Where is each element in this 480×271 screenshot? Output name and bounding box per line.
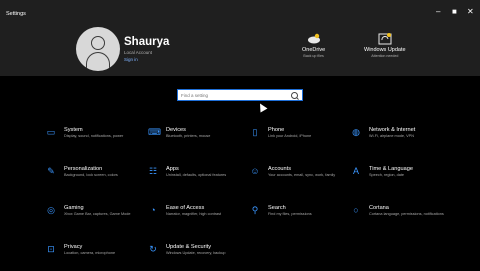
laptop-icon: ▭ — [46, 127, 56, 137]
category-description: Display, sound, notifications, power — [64, 134, 124, 138]
category-tile[interactable]: ☺ Accounts Your accounts, email, sync, wor… — [250, 165, 355, 193]
category-name: Cortana — [369, 205, 389, 211]
person-icon: ☺ — [250, 166, 260, 176]
category-tile[interactable]: ⌨ Devices Bluetooth, printers, mouse — [148, 126, 253, 154]
category-name: Ease of Access — [166, 205, 205, 211]
category-name: Gaming — [64, 205, 84, 211]
category-tile[interactable]: A Time & Language Speech, region, date — [351, 165, 456, 193]
search-input[interactable]: Find a setting — [177, 89, 303, 101]
windows-update-subtitle: Attention needed — [371, 54, 399, 58]
update-icon: ↻ — [149, 244, 157, 254]
category-name: Phone — [268, 127, 285, 133]
category-tile[interactable]: ⊡ Privacy Location, camera, microphone — [46, 243, 151, 271]
category-name: Search — [268, 205, 286, 211]
category-name: System — [64, 127, 83, 133]
account-type: Local Account — [124, 50, 153, 55]
category-name: Accounts — [268, 166, 292, 172]
apps-icon: ☷ — [148, 166, 158, 176]
search-icon — [291, 92, 298, 99]
maximize-icon[interactable]: ■ — [452, 8, 457, 16]
globe-icon: ◍ — [352, 127, 360, 137]
category-description: Uninstall, defaults, optional features — [166, 173, 227, 177]
onedrive-quick-link[interactable]: OneDrive Back up files — [302, 32, 325, 58]
category-description: Location, camera, microphone — [64, 251, 116, 255]
category-name: Update & Security — [166, 244, 212, 250]
category-description: Windows Update, recovery, backup — [166, 251, 226, 255]
onedrive-title: OneDrive — [302, 47, 326, 53]
category-description: Cortana language, permissions, notificat… — [369, 212, 444, 216]
category-tile[interactable]: ◎ Gaming Xbox Game Bar, captures, Game Mod… — [46, 204, 151, 232]
category-description: Your accounts, email, sync, work, family — [268, 173, 336, 177]
category-description: Xbox Game Bar, captures, Game Mode — [64, 212, 131, 216]
category-description: Wi-Fi, airplane mode, VPN — [369, 134, 414, 138]
user-name: Shaurya — [124, 36, 170, 48]
brush-icon: ✎ — [47, 166, 55, 176]
language-icon: A — [352, 166, 359, 176]
category-name: Time & Language — [369, 166, 413, 172]
category-description: Speech, region, date — [369, 173, 405, 177]
category-tile[interactable]: ↻ Update & Security Windows Update, recove… — [148, 243, 253, 271]
xbox-icon: ◎ — [47, 205, 55, 215]
search-icon: ⚲ — [251, 205, 259, 215]
category-tile[interactable]: ⚲ Search Find my files, permissions — [250, 204, 355, 232]
windows-update-icon — [378, 32, 392, 45]
windows-update-quick-link[interactable]: Windows Update Attention needed — [364, 32, 406, 58]
category-tile[interactable]: ○ Cortana Cortana language, permissions, n… — [351, 204, 456, 232]
category-name: Privacy — [64, 244, 83, 250]
category-name: Devices — [166, 127, 186, 133]
account-header — [0, 16, 480, 76]
phone-icon: ▯ — [252, 127, 258, 137]
category-name: Network & Internet — [369, 127, 416, 133]
category-tile[interactable]: ▭ System Display, sound, notifications, po… — [46, 126, 151, 154]
category-tile[interactable]: ▯ Phone Link your Android, iPhone — [250, 126, 355, 154]
category-name: Apps — [166, 166, 179, 172]
category-description: Background, lock screen, colors — [64, 173, 118, 177]
keyboard-icon: ⌨ — [148, 127, 161, 137]
cortana-icon: ○ — [353, 205, 359, 215]
mouse-cursor — [256, 101, 268, 113]
close-icon[interactable]: ✕ — [467, 8, 474, 16]
category-tile[interactable]: ◔ Ease of Access Narrator, magnifier, high… — [148, 204, 253, 232]
avatar[interactable] — [76, 27, 120, 71]
category-tile[interactable]: ✎ Personalization Background, lock screen,… — [46, 165, 151, 193]
category-description: Narrator, magnifier, high contrast — [166, 212, 222, 216]
category-description: Find my files, permissions — [268, 212, 312, 216]
search-placeholder: Find a setting — [181, 93, 209, 98]
category-description: Bluetooth, printers, mouse — [166, 134, 211, 138]
category-description: Link your Android, iPhone — [268, 134, 312, 138]
sign-in-link[interactable]: Sign in — [124, 57, 138, 62]
category-tile[interactable]: ☷ Apps Uninstall, defaults, optional featu… — [148, 165, 253, 193]
category-name: Personalization — [64, 166, 103, 172]
accessibility-icon: ◔ — [150, 205, 156, 215]
windows-update-title: Windows Update — [364, 47, 406, 53]
lock-icon: ⊡ — [47, 244, 55, 254]
minimize-icon[interactable]: – — [436, 8, 440, 16]
category-tile[interactable]: ◍ Network & Internet Wi-Fi, airplane mode,… — [351, 126, 456, 154]
onedrive-icon — [307, 32, 321, 44]
onedrive-subtitle: Back up files — [303, 54, 324, 58]
